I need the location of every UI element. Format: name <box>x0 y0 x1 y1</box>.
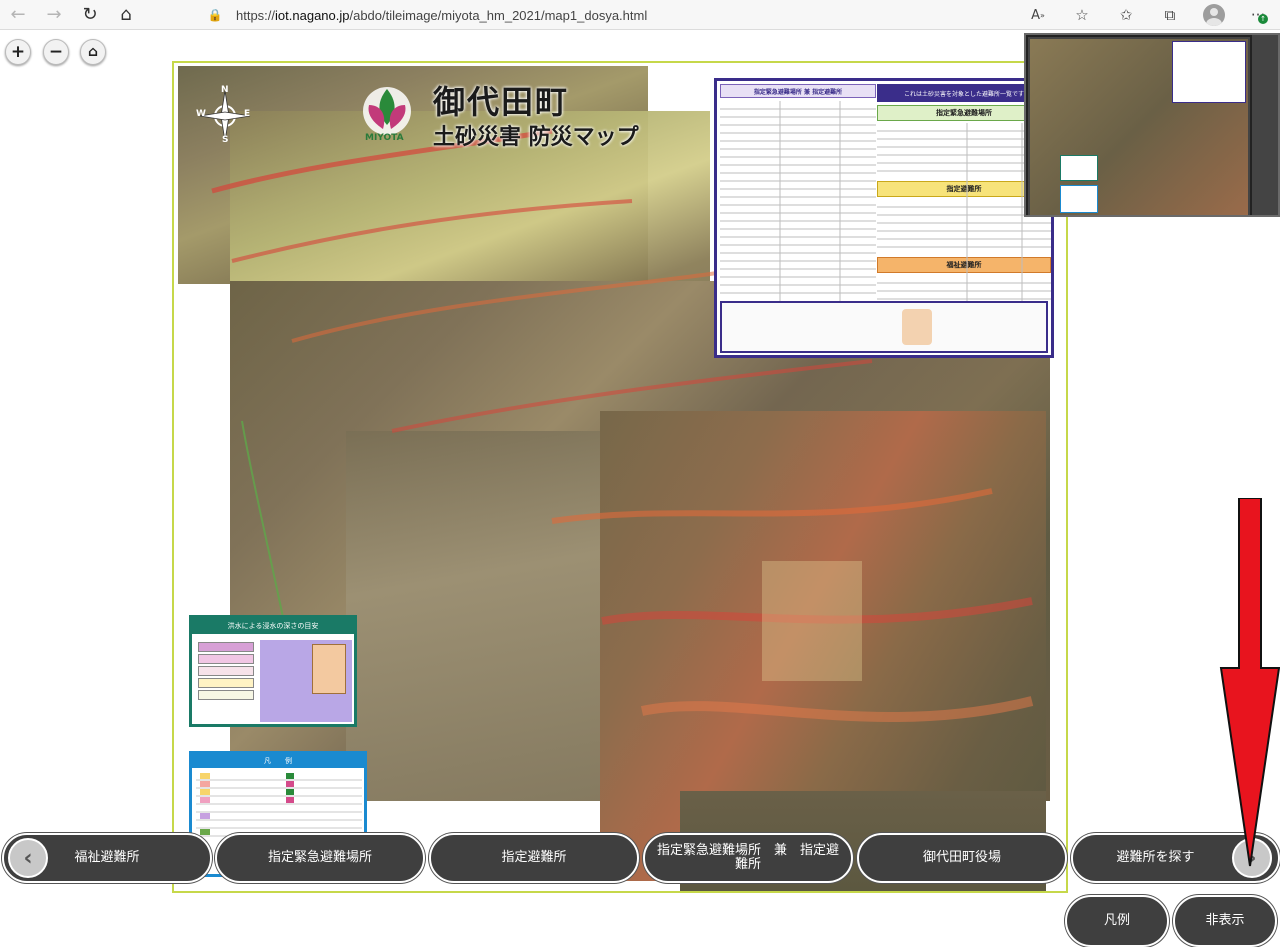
hide-button[interactable]: 非表示 <box>1173 895 1277 947</box>
forward-icon[interactable]: → <box>36 0 72 30</box>
more-icon[interactable]: ···↑ <box>1236 0 1280 30</box>
emergency-and-designated-button[interactable]: 指定緊急避難場所 兼 指定避難所 <box>643 833 853 883</box>
toolbar-right: A» ☆ ✩ ⧉ ···↑ <box>1016 0 1280 30</box>
logo-text: MIYOTA <box>365 133 404 143</box>
prev-arrow-icon[interactable]: ‹ <box>8 838 48 878</box>
avatar <box>1203 4 1225 26</box>
url-text: https://iot.nagano.jp/abdo/tileimage/miy… <box>236 8 647 23</box>
legend-button[interactable]: 凡例 <box>1065 895 1169 947</box>
compass-w-label: W <box>196 109 206 119</box>
depth-swatch <box>198 666 254 676</box>
red-down-arrow-icon <box>1219 498 1280 867</box>
designated-shelter-button[interactable]: 指定避難所 <box>429 833 639 883</box>
compass-e-label: E <box>244 109 251 119</box>
shelter-table-lines <box>720 101 876 301</box>
profile-icon[interactable] <box>1192 0 1236 30</box>
overview-minimap[interactable] <box>1024 33 1280 217</box>
map-viewport[interactable]: + − ⌂ MIYOTA 御代田町 土砂災害 防災マップ N S E W 指定緊… <box>0 31 1280 947</box>
emergency-and-designated-label: 指定緊急避難場所 兼 指定避難所 <box>656 843 839 872</box>
shelter-notes-box <box>720 301 1048 353</box>
overview-viewport-rect[interactable] <box>1026 35 1252 215</box>
zoom-out-button[interactable]: − <box>43 39 69 65</box>
house-icon <box>312 644 346 694</box>
compass-n-label: N <box>221 85 229 95</box>
lock-icon[interactable]: 🔒 <box>208 8 223 22</box>
map-title-block: MIYOTA 御代田町 土砂災害 防災マップ <box>355 77 655 157</box>
url-path: /abdo/tileimage/miyota_hm_2021/map1_dosy… <box>349 7 648 23</box>
town-office-label: 御代田町役場 <box>922 850 1001 865</box>
flood-panel-title: 洪水による浸水の深さの目安 <box>192 618 354 634</box>
collections-icon[interactable]: ⧉ <box>1148 0 1192 30</box>
flood-depth-legend <box>198 642 254 702</box>
update-badge-icon: ↑ <box>1258 14 1268 24</box>
url-prefix: https:// <box>236 7 276 23</box>
hide-button-label: 非表示 <box>1205 913 1245 928</box>
hazard-line <box>291 269 733 343</box>
home-view-label: ⌂ <box>87 44 99 60</box>
depth-swatch <box>198 678 254 688</box>
flood-illustration <box>260 640 352 722</box>
depth-swatch <box>198 642 254 652</box>
map-title: 御代田町 <box>433 83 570 121</box>
designated-shelter-label: 指定避難所 <box>501 850 567 865</box>
map-subtitle: 土砂災害 防災マップ <box>433 125 639 150</box>
home-view-button[interactable]: ⌂ <box>80 39 106 65</box>
emergency-evacuation-site-button[interactable]: 指定緊急避難場所 <box>215 833 425 883</box>
town-office-button[interactable]: 御代田町役場 <box>857 833 1067 883</box>
emergency-evacuation-site-label: 指定緊急避難場所 <box>267 850 372 865</box>
legend-panel-title: 凡 例 <box>192 754 364 768</box>
depth-swatch <box>198 690 254 700</box>
depth-swatch <box>198 654 254 664</box>
legend-button-label: 凡例 <box>1103 913 1130 928</box>
compass-s-label: S <box>222 135 229 145</box>
welfare-shelter-label: 福祉避難所 <box>74 850 140 865</box>
favorites-icon[interactable]: ✩ <box>1104 0 1148 30</box>
hazard-line <box>231 199 633 263</box>
zoom-in-label: + <box>10 42 26 62</box>
family-illustration-icon <box>902 309 932 345</box>
zoom-out-label: − <box>48 42 64 62</box>
address-bar[interactable]: 🔒 https://iot.nagano.jp/abdo/tileimage/m… <box>190 3 1090 27</box>
shelter-panel-header-left: 指定緊急避難場所 兼 指定避難所 <box>720 84 876 98</box>
read-aloud-icon[interactable]: A» <box>1016 0 1060 30</box>
hazard-line <box>391 359 873 433</box>
hazard-line <box>551 488 993 524</box>
zoom-in-button[interactable]: + <box>5 39 31 65</box>
refresh-icon[interactable]: ↻ <box>72 0 108 30</box>
home-icon[interactable]: ⌂ <box>108 0 144 30</box>
hazard-area <box>762 561 862 681</box>
back-icon[interactable]: ← <box>0 0 36 30</box>
add-favorite-icon[interactable]: ☆ <box>1060 0 1104 30</box>
find-shelter-label: 避難所を探す <box>1116 850 1195 865</box>
shelter-list-panel: 指定緊急避難場所 兼 指定避難所 これは土砂災害を対象とした避難所一覧です 指定… <box>714 78 1054 358</box>
url-host: iot.nagano.jp <box>275 7 350 23</box>
hazard-line <box>640 696 1034 722</box>
flood-depth-panel: 洪水による浸水の深さの目安 <box>189 615 357 727</box>
browser-toolbar: ← → ↻ ⌂ 🔒 https://iot.nagano.jp/abdo/til… <box>0 0 1280 30</box>
